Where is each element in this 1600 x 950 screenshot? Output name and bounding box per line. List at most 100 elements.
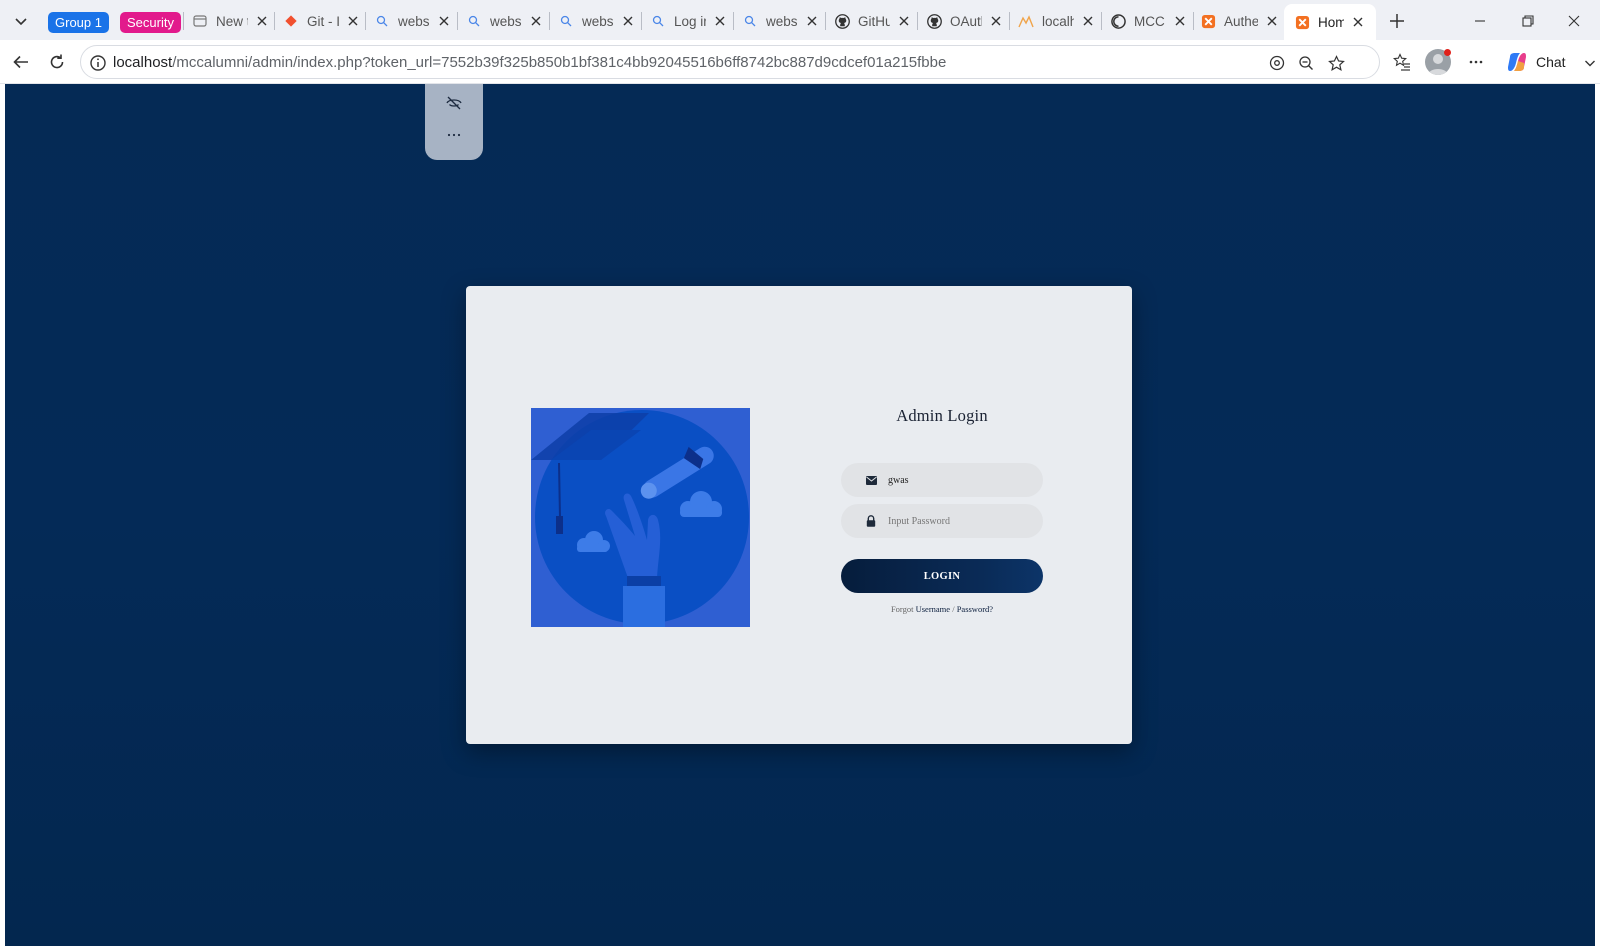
tab[interactable]: MCC / xyxy=(1110,8,1188,34)
git-icon xyxy=(283,13,299,29)
tab-separator xyxy=(825,12,826,30)
password-field[interactable] xyxy=(841,504,1043,538)
favorites-list-icon[interactable] xyxy=(1389,49,1415,75)
close-window-icon[interactable] xyxy=(1560,8,1588,34)
close-tab-icon[interactable] xyxy=(896,13,912,29)
copilot-icon xyxy=(1506,51,1528,73)
search-icon xyxy=(650,13,666,29)
tab-separator xyxy=(365,12,366,30)
close-tab-icon[interactable] xyxy=(436,13,452,29)
password-input[interactable] xyxy=(888,504,1033,538)
restore-icon[interactable] xyxy=(1514,8,1542,34)
tab-group-label[interactable]: Security xyxy=(120,12,181,33)
tab-separator xyxy=(1009,12,1010,30)
hide-eye-icon[interactable] xyxy=(445,94,463,112)
tab[interactable]: New t xyxy=(192,8,270,34)
close-tab-icon[interactable] xyxy=(1172,13,1188,29)
tab-separator xyxy=(549,12,550,30)
tab-separator xyxy=(733,12,734,30)
reload-icon[interactable] xyxy=(44,49,70,75)
username-input[interactable] xyxy=(888,463,1033,497)
tab-title: websi xyxy=(766,13,798,29)
more-options-icon[interactable] xyxy=(1463,49,1489,75)
tab-active[interactable]: Home xyxy=(1284,4,1376,40)
tab[interactable]: OAutl xyxy=(926,8,1004,34)
url-path: /mccalumni/admin/index.php?token_url=755… xyxy=(172,54,947,71)
tab-title: New t xyxy=(216,13,248,29)
close-tab-icon[interactable] xyxy=(345,13,361,29)
tab[interactable]: websi xyxy=(466,8,544,34)
tab[interactable]: websi xyxy=(558,8,636,34)
tab-title: websi xyxy=(582,13,614,29)
close-tab-icon[interactable] xyxy=(804,13,820,29)
url-text: localhost/mccalumni/admin/index.php?toke… xyxy=(113,54,946,71)
envelope-icon xyxy=(865,474,877,486)
back-arrow-icon[interactable] xyxy=(8,49,34,75)
forgot-separator: / xyxy=(952,604,955,614)
close-tab-icon[interactable] xyxy=(528,13,544,29)
tab-title: localh xyxy=(1042,13,1074,29)
tab-separator xyxy=(457,12,458,30)
forgot-username-link[interactable]: Username xyxy=(916,604,950,614)
floating-toolbar xyxy=(425,84,483,160)
close-tab-icon[interactable] xyxy=(1264,13,1280,29)
close-tab-icon[interactable] xyxy=(1080,13,1096,29)
tab[interactable]: Log ir xyxy=(650,8,728,34)
tab-title: Home xyxy=(1318,14,1344,30)
notification-dot xyxy=(1444,49,1451,56)
forgot-prefix: Forgot xyxy=(890,604,914,614)
tab-separator xyxy=(641,12,642,30)
browser-toolbar: localhost/mccalumni/admin/index.php?toke… xyxy=(0,40,1600,84)
tab-title: websi xyxy=(490,13,522,29)
tab[interactable]: GitHu xyxy=(834,8,912,34)
site-icon xyxy=(1110,13,1126,29)
search-icon xyxy=(374,13,390,29)
tab-title: websi xyxy=(398,13,430,29)
xampp-icon xyxy=(1200,13,1216,29)
page-viewport: Admin Login LOGIN Forgot Username / Pass… xyxy=(5,84,1595,946)
tab[interactable]: websi xyxy=(374,8,452,34)
tab-title: MCC / xyxy=(1134,13,1166,29)
login-card: Admin Login LOGIN Forgot Username / Pass… xyxy=(466,286,1132,744)
close-tab-icon[interactable] xyxy=(254,13,270,29)
tab-title: OAutl xyxy=(950,13,982,29)
username-field[interactable] xyxy=(841,463,1043,497)
tab[interactable]: Git - I xyxy=(283,8,361,34)
copilot-chat-button[interactable]: Chat xyxy=(1500,47,1596,77)
tab-separator xyxy=(917,12,918,30)
new-tab-page-icon xyxy=(192,13,208,29)
tab-list-chevron-icon[interactable] xyxy=(6,6,36,36)
tab-strip: Group 1 Security New t Git - I websi web… xyxy=(0,0,1600,40)
login-button[interactable]: LOGIN xyxy=(841,559,1043,593)
graduation-illustration xyxy=(531,408,750,627)
forgot-credentials: Forgot Username / Password? xyxy=(841,604,1043,614)
close-tab-icon[interactable] xyxy=(620,13,636,29)
tab-group-label[interactable]: Group 1 xyxy=(48,12,109,33)
site-info-icon[interactable] xyxy=(89,54,107,72)
tab-title: GitHu xyxy=(858,13,890,29)
more-icon[interactable] xyxy=(445,126,463,144)
tab[interactable]: websi xyxy=(742,8,820,34)
location-pin-icon[interactable] xyxy=(1268,54,1286,72)
tab-title: Log ir xyxy=(674,13,706,29)
close-tab-icon[interactable] xyxy=(1350,14,1366,30)
tab-separator xyxy=(1101,12,1102,30)
new-tab-plus-icon[interactable] xyxy=(1385,9,1409,33)
zoom-out-icon[interactable] xyxy=(1297,54,1315,72)
search-icon xyxy=(742,13,758,29)
xampp-icon xyxy=(1018,13,1034,29)
lock-icon xyxy=(865,515,877,527)
tab[interactable]: localh xyxy=(1018,8,1096,34)
address-bar[interactable]: localhost/mccalumni/admin/index.php?toke… xyxy=(80,45,1380,79)
tab[interactable]: Authe xyxy=(1200,8,1280,34)
close-tab-icon[interactable] xyxy=(712,13,728,29)
login-form: Admin Login LOGIN Forgot Username / Pass… xyxy=(841,406,1043,614)
chevron-down-icon[interactable] xyxy=(1584,56,1596,68)
github-icon xyxy=(834,13,850,29)
close-tab-icon[interactable] xyxy=(988,13,1004,29)
favorite-star-icon[interactable] xyxy=(1327,54,1345,72)
minimize-icon[interactable] xyxy=(1466,8,1494,34)
tab-separator xyxy=(183,12,184,30)
forgot-password-link[interactable]: Password? xyxy=(957,604,993,614)
tab-title: Git - I xyxy=(307,13,339,29)
